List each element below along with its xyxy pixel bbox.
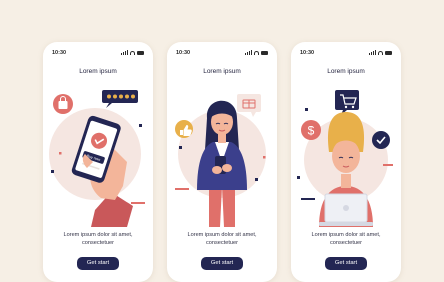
battery-icon	[137, 50, 144, 55]
get-start-button[interactable]: Get start	[201, 257, 243, 270]
onboarding-screen-2: 10:30 Lorem ipsum Lorem ipsum dolor sit …	[167, 42, 277, 282]
woman-with-laptop-illustration: $	[297, 90, 393, 227]
status-bar: 10:30	[176, 50, 268, 58]
caption-line-2: consectetuer	[329, 239, 363, 246]
caption-line-1: Lorem ipsum dolor sit amet,	[63, 232, 133, 238]
status-time: 10:30	[52, 50, 67, 56]
screen-title: Lorem ipsum	[79, 68, 117, 75]
screen-title: Lorem ipsum	[203, 68, 241, 75]
status-bar: 10:30	[52, 50, 144, 58]
status-bar: 10:30	[300, 50, 392, 58]
battery-icon	[385, 50, 392, 55]
wifi-icon	[254, 50, 259, 55]
screen-title: Lorem ipsum	[327, 68, 365, 75]
signal-icon	[121, 50, 128, 55]
battery-icon	[261, 50, 268, 55]
checkmark-icon	[372, 131, 390, 149]
wifi-icon	[130, 50, 135, 55]
screen-caption: Lorem ipsum dolor sit amet, consectetuer	[177, 232, 267, 247]
signal-icon	[245, 50, 252, 55]
woman-with-phone-illustration	[175, 94, 266, 227]
hand-holding-phone-illustration: Buy now	[49, 90, 145, 227]
screen-caption: Lorem ipsum dolor sit amet, consectetuer	[301, 232, 391, 247]
status-time: 10:30	[176, 50, 191, 56]
get-start-button[interactable]: Get start	[325, 257, 367, 270]
caption-line-1: Lorem ipsum dolor sit amet,	[311, 232, 381, 238]
onboarding-screen-3: 10:30 Lorem ipsum $ Lorem ipsum dolor si…	[291, 42, 401, 282]
caption-line-1: Lorem ipsum dolor sit amet,	[187, 232, 257, 238]
caption-line-2: consectetuer	[205, 239, 239, 246]
wifi-icon	[378, 50, 383, 55]
signal-icon	[369, 50, 376, 55]
onboarding-screen-1: 10:30 Lorem ipsum Buy now Lorem ipsum do…	[43, 42, 153, 282]
get-start-button[interactable]: Get start	[77, 257, 119, 270]
caption-line-2: consectetuer	[81, 239, 115, 246]
screen-caption: Lorem ipsum dolor sit amet, consectetuer	[53, 232, 143, 247]
status-time: 10:30	[300, 50, 315, 56]
svg-text:$: $	[308, 124, 315, 138]
